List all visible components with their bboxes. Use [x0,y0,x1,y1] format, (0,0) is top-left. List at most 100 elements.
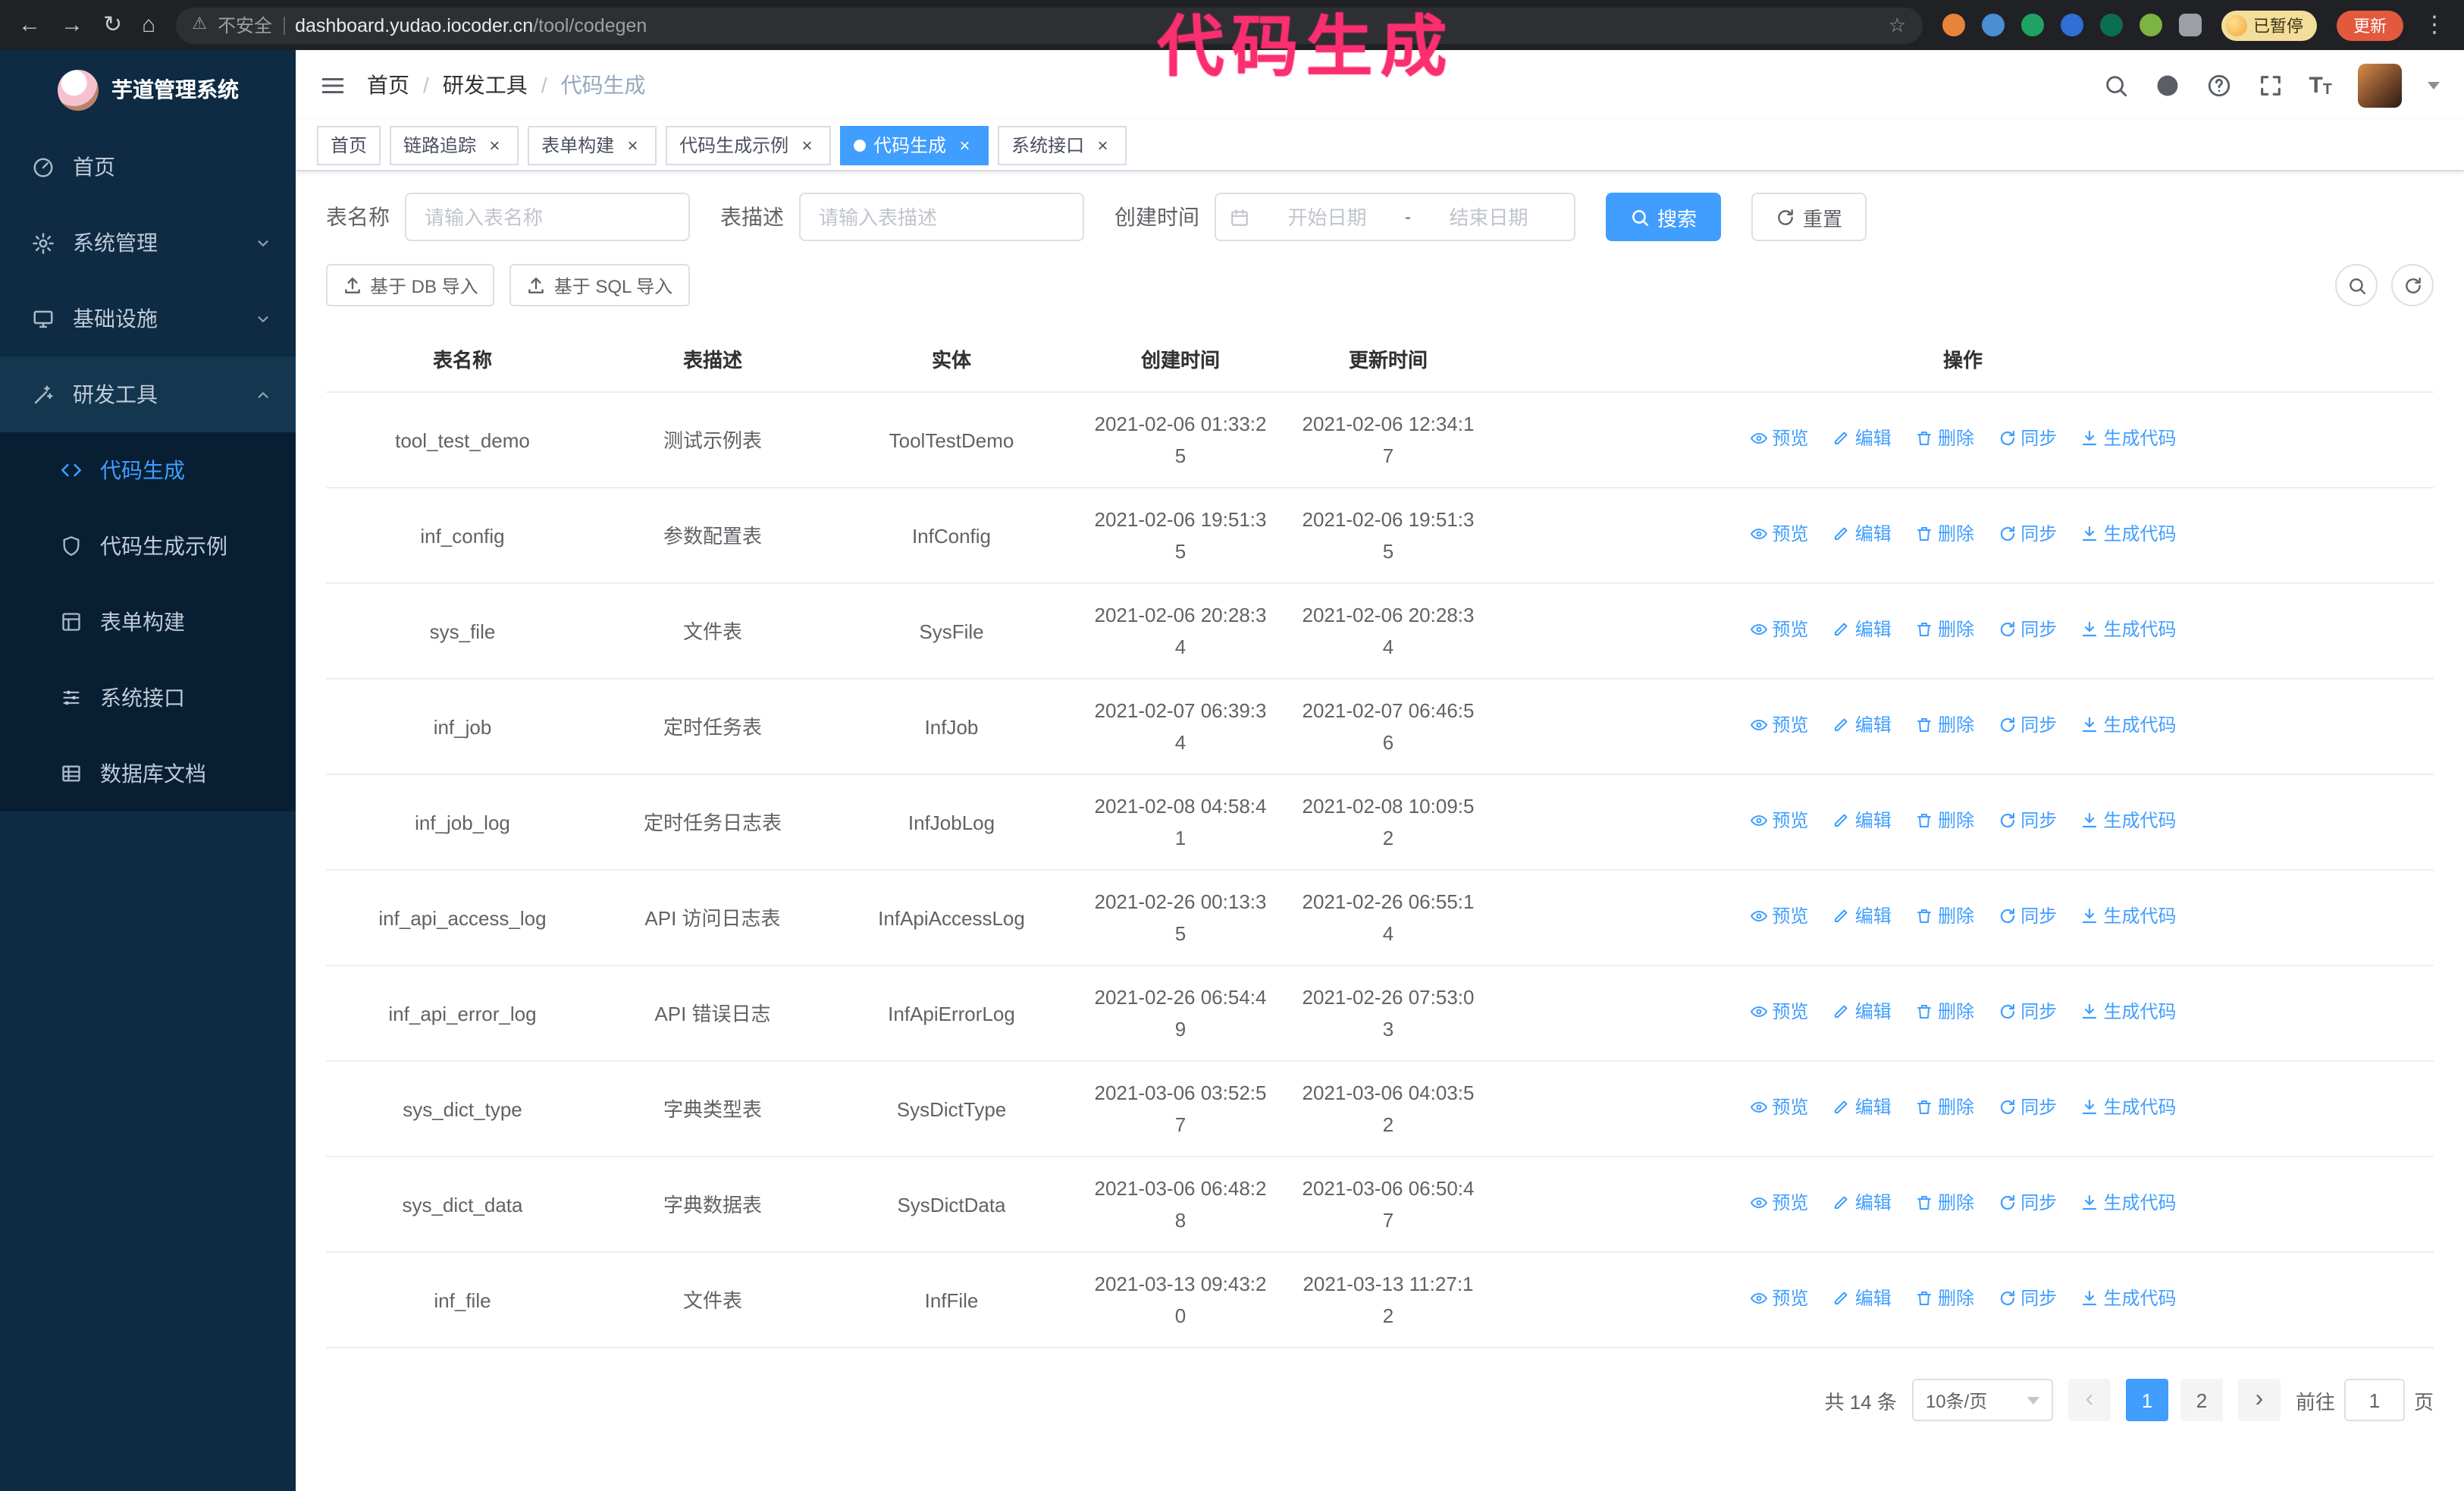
reload-icon[interactable]: ↻ [103,14,122,36]
breadcrumb-home[interactable]: 首页 [367,70,409,100]
preview-action[interactable]: 预览 [1749,1188,1808,1219]
sidebar-item-infra[interactable]: 基础设施 [0,281,296,356]
avatar-caret-icon[interactable] [2428,81,2440,89]
tab-close-icon[interactable]: × [954,134,975,155]
edit-action[interactable]: 编辑 [1832,1092,1892,1124]
tab-close-icon[interactable]: × [622,134,643,155]
delete-action[interactable]: 删除 [1915,1283,1974,1315]
preview-action[interactable]: 预览 [1749,710,1808,742]
sync-action[interactable]: 同步 [1998,423,2057,455]
generate-code-action[interactable]: 生成代码 [2081,1283,2177,1315]
help-icon[interactable] [2205,72,2231,98]
edit-action[interactable]: 编辑 [1832,423,1892,455]
generate-code-action[interactable]: 生成代码 [2081,614,2177,646]
sync-action[interactable]: 同步 [1998,519,2057,551]
tab-close-icon[interactable]: × [1092,134,1113,155]
delete-action[interactable]: 删除 [1915,614,1974,646]
sync-action[interactable]: 同步 [1998,614,2057,646]
edit-action[interactable]: 编辑 [1832,710,1892,742]
address-bar[interactable]: ⚠ 不安全 dashboard.yudao.iocoder.cn/tool/co… [175,7,1923,43]
edit-action[interactable]: 编辑 [1832,614,1892,646]
end-date-input[interactable] [1417,206,1560,228]
delete-action[interactable]: 删除 [1915,997,1974,1028]
sidebar-item-devtools[interactable]: 研发工具 [0,356,296,432]
sync-action[interactable]: 同步 [1998,805,2057,837]
reset-button[interactable]: 重置 [1751,193,1867,241]
delete-action[interactable]: 删除 [1915,519,1974,551]
edit-action[interactable]: 编辑 [1832,519,1892,551]
date-range-picker[interactable]: - [1215,193,1575,241]
generate-code-action[interactable]: 生成代码 [2081,1188,2177,1219]
delete-action[interactable]: 删除 [1915,805,1974,837]
import-db-button[interactable]: 基于 DB 导入 [326,264,495,306]
delete-action[interactable]: 删除 [1915,1188,1974,1219]
sidebar-subitem-form-builder[interactable]: 表单构建 [0,584,296,660]
tab[interactable]: 代码生成 × [840,125,989,165]
table-desc-input[interactable] [799,193,1084,241]
hamburger-icon[interactable] [320,72,346,98]
tab-close-icon[interactable]: × [796,134,817,155]
preview-action[interactable]: 预览 [1749,901,1808,933]
breadcrumb-devtools[interactable]: 研发工具 [443,70,528,100]
edit-action[interactable]: 编辑 [1832,1188,1892,1219]
search-toggle-button[interactable] [2335,264,2378,306]
refresh-table-button[interactable] [2391,264,2434,306]
sidebar-subitem-codegen-example[interactable]: 代码生成示例 [0,508,296,584]
edit-action[interactable]: 编辑 [1832,901,1892,933]
edit-action[interactable]: 编辑 [1832,1283,1892,1315]
sync-action[interactable]: 同步 [1998,901,2057,933]
home-icon[interactable]: ⌂ [142,14,155,36]
extension-icon-2[interactable] [1982,14,2005,36]
github-icon[interactable] [2154,72,2180,98]
import-sql-button[interactable]: 基于 SQL 导入 [509,264,690,306]
generate-code-action[interactable]: 生成代码 [2081,997,2177,1028]
bookmark-star-icon[interactable]: ☆ [1889,13,1906,37]
sidebar-subitem-db-doc[interactable]: 数据库文档 [0,736,296,811]
sync-action[interactable]: 同步 [1998,1283,2057,1315]
generate-code-action[interactable]: 生成代码 [2081,805,2177,837]
prev-page-button[interactable]: ‹ [2067,1379,2111,1421]
generate-code-action[interactable]: 生成代码 [2081,519,2177,551]
forward-icon[interactable]: → [61,14,83,36]
goto-page-input[interactable] [2343,1379,2405,1421]
extension-icon-3[interactable] [2021,14,2044,36]
edit-action[interactable]: 编辑 [1832,805,1892,837]
page-size-select[interactable]: 10条/页 [1911,1379,2053,1421]
delete-action[interactable]: 删除 [1915,901,1974,933]
page-button[interactable]: 2 [2180,1379,2223,1421]
sync-action[interactable]: 同步 [1998,710,2057,742]
search-icon[interactable] [2102,72,2128,98]
generate-code-action[interactable]: 生成代码 [2081,710,2177,742]
extension-icon-4[interactable] [2061,14,2083,36]
preview-action[interactable]: 预览 [1749,997,1808,1028]
sidebar-item-home[interactable]: 首页 [0,129,296,205]
tab[interactable]: 系统接口 × [998,125,1127,165]
app-logo[interactable]: 芋道管理系统 [0,50,296,129]
preview-action[interactable]: 预览 [1749,614,1808,646]
table-name-input[interactable] [405,193,690,241]
preview-action[interactable]: 预览 [1749,519,1808,551]
tab[interactable]: 链路追踪 × [390,125,519,165]
back-icon[interactable]: ← [18,14,41,36]
delete-action[interactable]: 删除 [1915,1092,1974,1124]
extension-icon-5[interactable] [2100,14,2123,36]
generate-code-action[interactable]: 生成代码 [2081,1092,2177,1124]
preview-action[interactable]: 预览 [1749,1092,1808,1124]
browser-update-button[interactable]: 更新 [2337,10,2403,40]
fullscreen-icon[interactable] [2257,72,2283,98]
generate-code-action[interactable]: 生成代码 [2081,423,2177,455]
page-button[interactable]: 1 [2125,1379,2168,1421]
next-page-button[interactable]: › [2237,1379,2281,1421]
generate-code-action[interactable]: 生成代码 [2081,901,2177,933]
puzzle-extensions-icon[interactable] [2179,14,2202,36]
preview-action[interactable]: 预览 [1749,805,1808,837]
extension-icon-1[interactable] [1942,14,1965,36]
preview-action[interactable]: 预览 [1749,1283,1808,1315]
delete-action[interactable]: 删除 [1915,710,1974,742]
sync-action[interactable]: 同步 [1998,1188,2057,1219]
sync-action[interactable]: 同步 [1998,997,2057,1028]
user-avatar[interactable] [2358,63,2402,107]
font-size-icon[interactable]: TT [2309,72,2332,98]
tab[interactable]: 表单构建 × [528,125,657,165]
browser-menu-icon[interactable]: ⋮ [2423,14,2446,36]
